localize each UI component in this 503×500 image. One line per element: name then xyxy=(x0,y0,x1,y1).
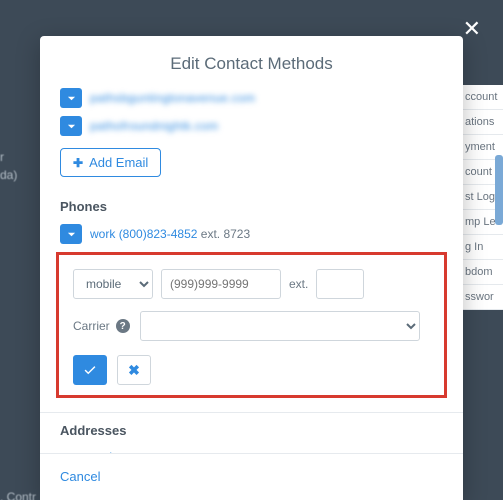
confirm-phone-button[interactable] xyxy=(73,355,107,385)
email-row: pathsbguntingtonavenue.com xyxy=(60,88,443,108)
divider xyxy=(40,412,463,413)
modal-title: Edit Contact Methods xyxy=(40,36,463,88)
modal-footer: Cancel xyxy=(40,453,463,500)
help-icon[interactable]: ? xyxy=(116,319,130,333)
email-value: pathsbguntingtonavenue.com xyxy=(90,91,255,105)
phone-ext-input[interactable] xyxy=(316,269,364,299)
check-icon xyxy=(83,363,97,377)
email-row: pathofroundnightk.com xyxy=(60,116,443,136)
phones-heading: Phones xyxy=(60,199,443,214)
carrier-select[interactable] xyxy=(140,311,420,341)
cancel-phone-button[interactable]: ✖ xyxy=(117,355,151,385)
edit-contact-modal: Edit Contact Methods pathsbguntingtonave… xyxy=(40,36,463,500)
cancel-link[interactable]: Cancel xyxy=(60,469,100,484)
ext-label: ext. xyxy=(289,277,308,291)
addresses-heading: Addresses xyxy=(60,423,443,438)
background-sidebar: ccount ations yment count st Log ( mp Le… xyxy=(461,85,503,310)
phone-type-select[interactable]: mobile xyxy=(73,269,153,299)
background-text: r da) xyxy=(0,150,17,182)
phone-number-input[interactable] xyxy=(161,269,281,299)
background-text: . Contr xyxy=(0,490,36,500)
phone-summary[interactable]: work (800)823-4852 ext. 8723 xyxy=(90,227,250,241)
phone-row-existing: work (800)823-4852 ext. 8723 xyxy=(60,224,443,244)
chevron-down-icon xyxy=(67,230,76,239)
phone-add-form: mobile ext. Carrier ? xyxy=(56,252,447,398)
add-email-button[interactable]: ✚ Add Email xyxy=(60,148,161,177)
x-icon: ✖ xyxy=(128,362,140,379)
email-value: pathofroundnightk.com xyxy=(90,119,218,133)
carrier-label: Carrier ? xyxy=(73,319,130,333)
email-expand-button[interactable] xyxy=(60,116,82,136)
phone-expand-button[interactable] xyxy=(60,224,82,244)
plus-icon: ✚ xyxy=(73,157,83,169)
chevron-down-icon xyxy=(67,122,76,131)
email-expand-button[interactable] xyxy=(60,88,82,108)
chevron-down-icon xyxy=(67,94,76,103)
add-email-label: Add Email xyxy=(89,155,148,170)
close-icon[interactable]: ✕ xyxy=(463,16,481,42)
